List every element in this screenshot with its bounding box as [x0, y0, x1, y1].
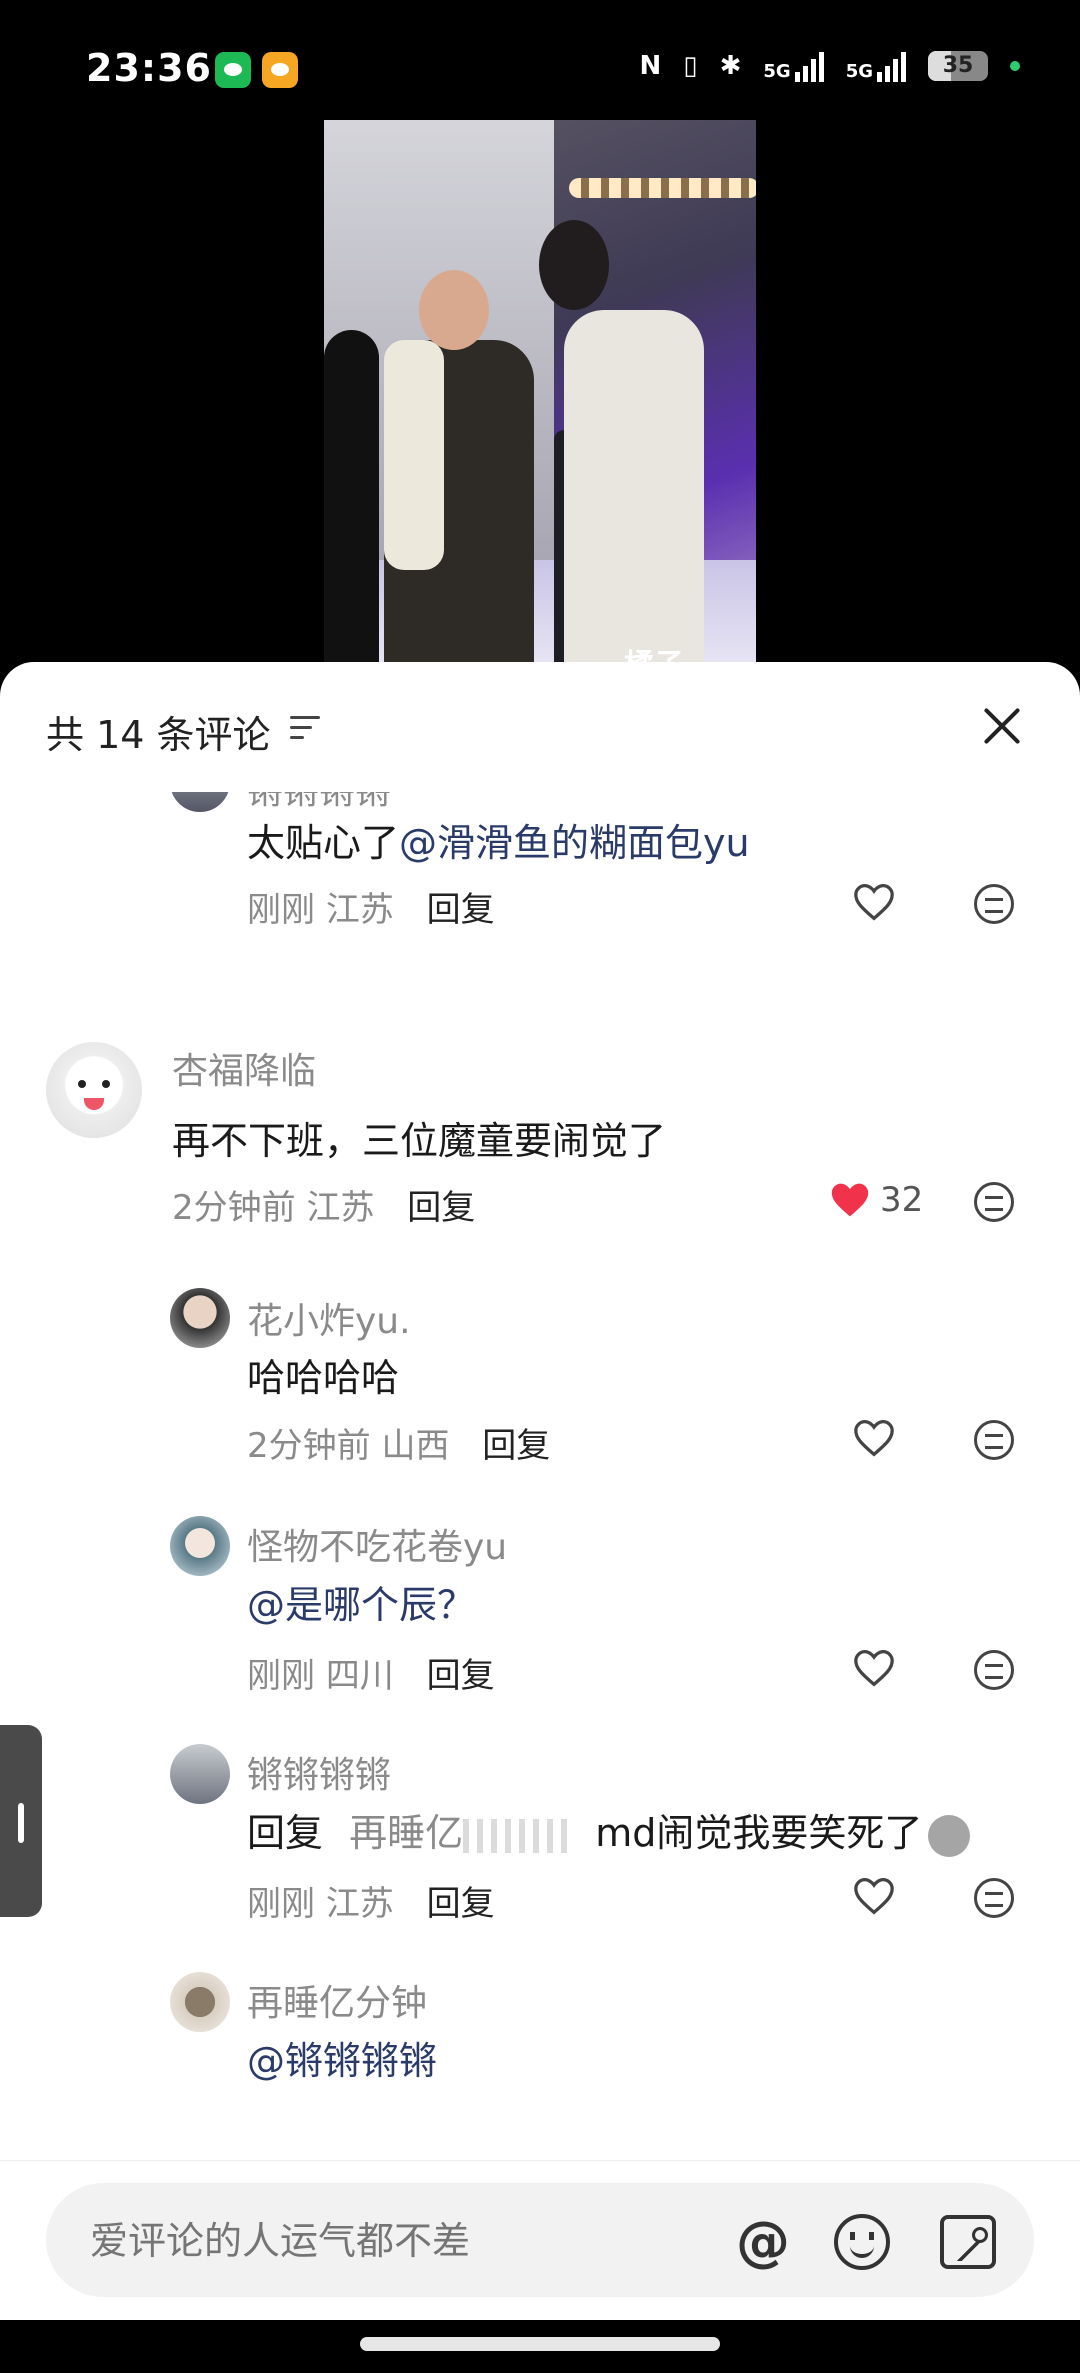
comment-meta: 刚刚 江苏 回复	[247, 1876, 495, 1925]
avatar[interactable]	[170, 1516, 230, 1576]
comment-location: 山西	[381, 1426, 450, 1466]
avatar[interactable]	[170, 792, 230, 812]
comment-text: 回复 再睡亿 md闹觉我要笑死了	[247, 1802, 971, 1857]
blurred-text	[463, 1818, 574, 1853]
comment-location: 江苏	[306, 1188, 375, 1228]
like-count: 32	[880, 1180, 924, 1220]
mention-text[interactable]: @滑滑鱼的糊面包yu	[399, 821, 750, 865]
comment-time: 刚刚	[247, 890, 315, 930]
avatar-dog-mouth	[84, 1098, 104, 1110]
reply-button[interactable]: 回复	[482, 1426, 550, 1466]
close-icon[interactable]	[980, 704, 1024, 748]
comment-input-box[interactable]: @	[46, 2183, 1034, 2297]
comment-location: 四川	[325, 1656, 394, 1696]
comment-username[interactable]: 锵锵锵锵	[247, 1746, 391, 1798]
comment-time: 2分钟前	[172, 1188, 296, 1228]
comment-input-bar: @	[0, 2160, 1080, 2320]
like-icon[interactable]	[852, 1876, 896, 1916]
emoji-react-icon[interactable]	[974, 884, 1014, 924]
comment-text-body: md闹觉我要笑死了	[595, 1811, 923, 1855]
avatar[interactable]	[46, 1042, 142, 1138]
video-person	[324, 330, 379, 680]
privacy-dot	[1010, 61, 1020, 71]
like-icon[interactable]	[852, 1418, 896, 1458]
reply-button[interactable]: 回复	[427, 890, 495, 930]
comment-text: 哈哈哈哈	[247, 1356, 400, 1400]
network-label-1: 5G	[763, 61, 791, 82]
comment-time: 刚刚	[247, 1884, 315, 1924]
comment-meta: 刚刚 江苏 回复	[247, 882, 495, 931]
emoji-react-icon[interactable]	[974, 1182, 1014, 1222]
network-label-2: 5G	[845, 61, 873, 82]
comment-username[interactable]: 杏福降临	[172, 1042, 316, 1094]
system-icons: N ▯ ✱ 5G 5G 35	[639, 50, 1020, 82]
stage-lights	[569, 178, 756, 198]
video-person-scarf	[384, 340, 444, 570]
comment-meta: 刚刚 四川 回复	[247, 1648, 495, 1697]
nfc-icon: N	[639, 51, 662, 81]
liked-heart-icon[interactable]	[828, 1180, 872, 1220]
comment-location: 江苏	[325, 890, 394, 930]
comment-sheet-header: 共 14 条评论	[0, 662, 1080, 792]
battery-icon: 35	[928, 51, 988, 81]
comment-text: @锵锵锵锵	[247, 2030, 437, 2085]
comment-input[interactable]	[90, 2219, 690, 2263]
battery-level: 35	[942, 53, 974, 78]
comment-meta: 2分钟前 江苏 回复	[172, 1180, 475, 1229]
signal-2: 5G	[846, 50, 906, 82]
comment-list[interactable]: 锵锵锵锵 太贴心了@滑滑鱼的糊面包yu 刚刚 江苏 回复 杏福降临 再不下班，三…	[0, 792, 1080, 2088]
comment-text-body: 太贴心了@滑滑鱼的糊面包yu	[247, 821, 750, 865]
video-person-head	[419, 270, 489, 350]
comment-sheet: 共 14 条评论 锵锵锵锵 太贴心了@滑滑鱼的糊面包yu 刚刚 江苏 回复	[0, 662, 1080, 2373]
comment-username[interactable]: 锵锵锵锵	[247, 792, 391, 814]
comment-username[interactable]: 再睡亿分钟	[247, 1974, 427, 2026]
side-panel-handle[interactable]	[0, 1725, 42, 1917]
comment-text: @是哪个辰？	[247, 1574, 475, 1629]
image-icon[interactable]	[940, 2215, 996, 2269]
comment-time: 2分钟前	[247, 1426, 371, 1466]
like-icon[interactable]	[852, 1648, 896, 1688]
avatar[interactable]	[170, 1288, 230, 1348]
wechat-icon	[215, 52, 251, 88]
mention-text[interactable]: @是哪个辰？	[247, 1583, 475, 1627]
home-indicator[interactable]	[0, 2320, 1080, 2373]
bluetooth-icon: ✱	[719, 51, 742, 81]
reply-button[interactable]: 回复	[427, 1884, 495, 1924]
emoji-icon[interactable]	[834, 2214, 890, 2270]
sticker-icon	[928, 1814, 971, 1857]
reply-button[interactable]: 回复	[407, 1188, 475, 1228]
comment-username[interactable]: 怪物不吃花卷yu	[247, 1518, 507, 1570]
like-icon[interactable]	[852, 882, 896, 922]
reply-button[interactable]: 回复	[427, 1656, 495, 1696]
comment-username[interactable]: 花小炸yu.	[247, 1292, 411, 1344]
avatar[interactable]	[170, 1972, 230, 2032]
mention-text[interactable]: @锵锵锵锵	[247, 2039, 437, 2083]
comment-text: 再不下班，三位魔童要闹觉了	[172, 1119, 667, 1163]
mention-icon[interactable]: @	[734, 2213, 792, 2271]
signal-bars-icon	[877, 50, 906, 82]
comment-time: 刚刚	[247, 1656, 315, 1696]
vibrate-icon: ▯	[683, 51, 698, 81]
sort-icon[interactable]	[290, 712, 326, 742]
video-player[interactable]: 橘子	[324, 120, 756, 680]
emoji-react-icon[interactable]	[974, 1420, 1014, 1460]
weibo-icon	[262, 52, 298, 88]
comment-meta: 2分钟前 山西 回复	[247, 1418, 550, 1467]
avatar[interactable]	[170, 1744, 230, 1804]
status-time: 23:36	[86, 46, 212, 90]
avatar-dog-face	[78, 1080, 86, 1088]
emoji-react-icon[interactable]	[974, 1878, 1014, 1918]
emoji-react-icon[interactable]	[974, 1650, 1014, 1690]
comment-location: 江苏	[325, 1884, 394, 1924]
comment-text: 太贴心了@滑滑鱼的糊面包yu	[247, 812, 750, 867]
comment-count: 共 14 条评论	[46, 713, 271, 757]
status-bar: 23:36 N ▯ ✱ 5G 5G 35	[0, 0, 1080, 140]
signal-1: 5G	[763, 50, 824, 82]
video-person-shirt	[564, 310, 704, 680]
reply-target[interactable]: 再睡亿	[349, 1811, 463, 1855]
reply-prefix: 回复	[247, 1811, 324, 1855]
video-person-head	[539, 220, 609, 310]
signal-bars-icon	[794, 50, 824, 82]
